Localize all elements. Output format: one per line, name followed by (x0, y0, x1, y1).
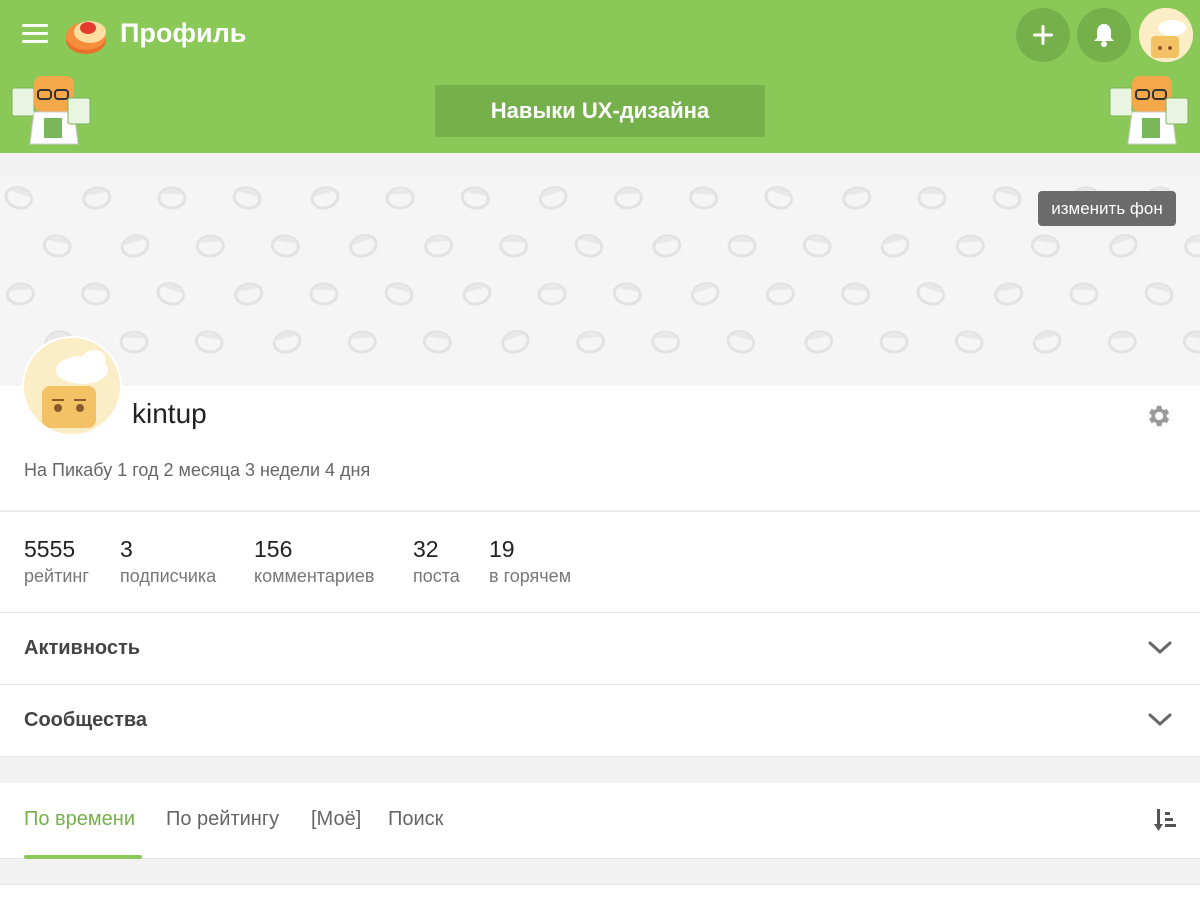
profile-avatar[interactable] (22, 336, 122, 436)
stat-value: 156 (254, 536, 293, 562)
avatar-image (1139, 8, 1193, 62)
profile-stats: 5555 рейтинг 3 подписчика 156 комментари… (0, 511, 1200, 612)
content-area (0, 884, 1200, 907)
stat-comments[interactable]: 156 комментариев (254, 536, 374, 587)
stat-subscribers[interactable]: 3 подписчика (120, 536, 216, 587)
section-title: Сообщества (24, 709, 148, 731)
community-button[interactable]: Навыки UX-дизайна (435, 85, 765, 137)
sort-icon[interactable] (1154, 807, 1178, 833)
chevron-down-icon (1148, 713, 1172, 727)
tab-by-time[interactable]: По времени (24, 808, 135, 831)
plus-icon (1033, 25, 1053, 45)
cupcake-pattern-icon (1, 182, 1200, 358)
stat-value: 19 (489, 536, 515, 562)
tab-search[interactable]: Поиск (388, 808, 443, 831)
mascot-left-icon (11, 76, 91, 145)
change-background-button[interactable]: изменить фон (1038, 191, 1176, 226)
gear-icon[interactable] (1144, 402, 1172, 430)
mascot-right-icon (1109, 76, 1189, 145)
notifications-button[interactable] (1077, 8, 1131, 62)
section-communities[interactable]: Сообщества (0, 684, 1200, 757)
username: kintup (132, 398, 207, 429)
stat-label: комментариев (254, 566, 375, 586)
stat-label: поста (413, 566, 460, 586)
posts-tabs: По времени По рейтингу [Моё] Поиск (0, 783, 1200, 859)
stat-value: 32 (413, 536, 439, 562)
stat-hot[interactable]: 19 в горячем (489, 536, 571, 587)
avatar-image (24, 338, 120, 434)
stat-value: 5555 (24, 536, 76, 562)
section-title: Активность (24, 637, 141, 659)
profile-background (0, 176, 1200, 386)
section-activity[interactable]: Активность (0, 612, 1200, 684)
add-post-button[interactable] (1016, 8, 1070, 62)
menu-icon[interactable] (22, 24, 48, 44)
stat-rating[interactable]: 5555 рейтинг (24, 536, 89, 587)
stat-label: в горячем (489, 566, 572, 586)
page-title: Профиль (120, 18, 247, 48)
stat-label: рейтинг (24, 566, 89, 586)
stat-label: подписчика (120, 566, 217, 586)
stat-value: 3 (120, 536, 133, 562)
tab-by-rating[interactable]: По рейтингу (166, 808, 279, 831)
active-tab-indicator (24, 855, 142, 859)
app-header: Профиль Навыки UX-дизайна (0, 0, 1200, 153)
pikabu-logo[interactable] (64, 14, 108, 56)
chevron-down-icon (1148, 641, 1172, 655)
user-avatar[interactable] (1139, 8, 1193, 62)
member-since: На Пикабу 1 год 2 месяца 3 недели 4 дня (24, 460, 371, 480)
bell-icon (1094, 24, 1114, 47)
tab-mine[interactable]: [Моё] (311, 808, 361, 831)
stat-posts[interactable]: 32 поста (413, 536, 460, 587)
